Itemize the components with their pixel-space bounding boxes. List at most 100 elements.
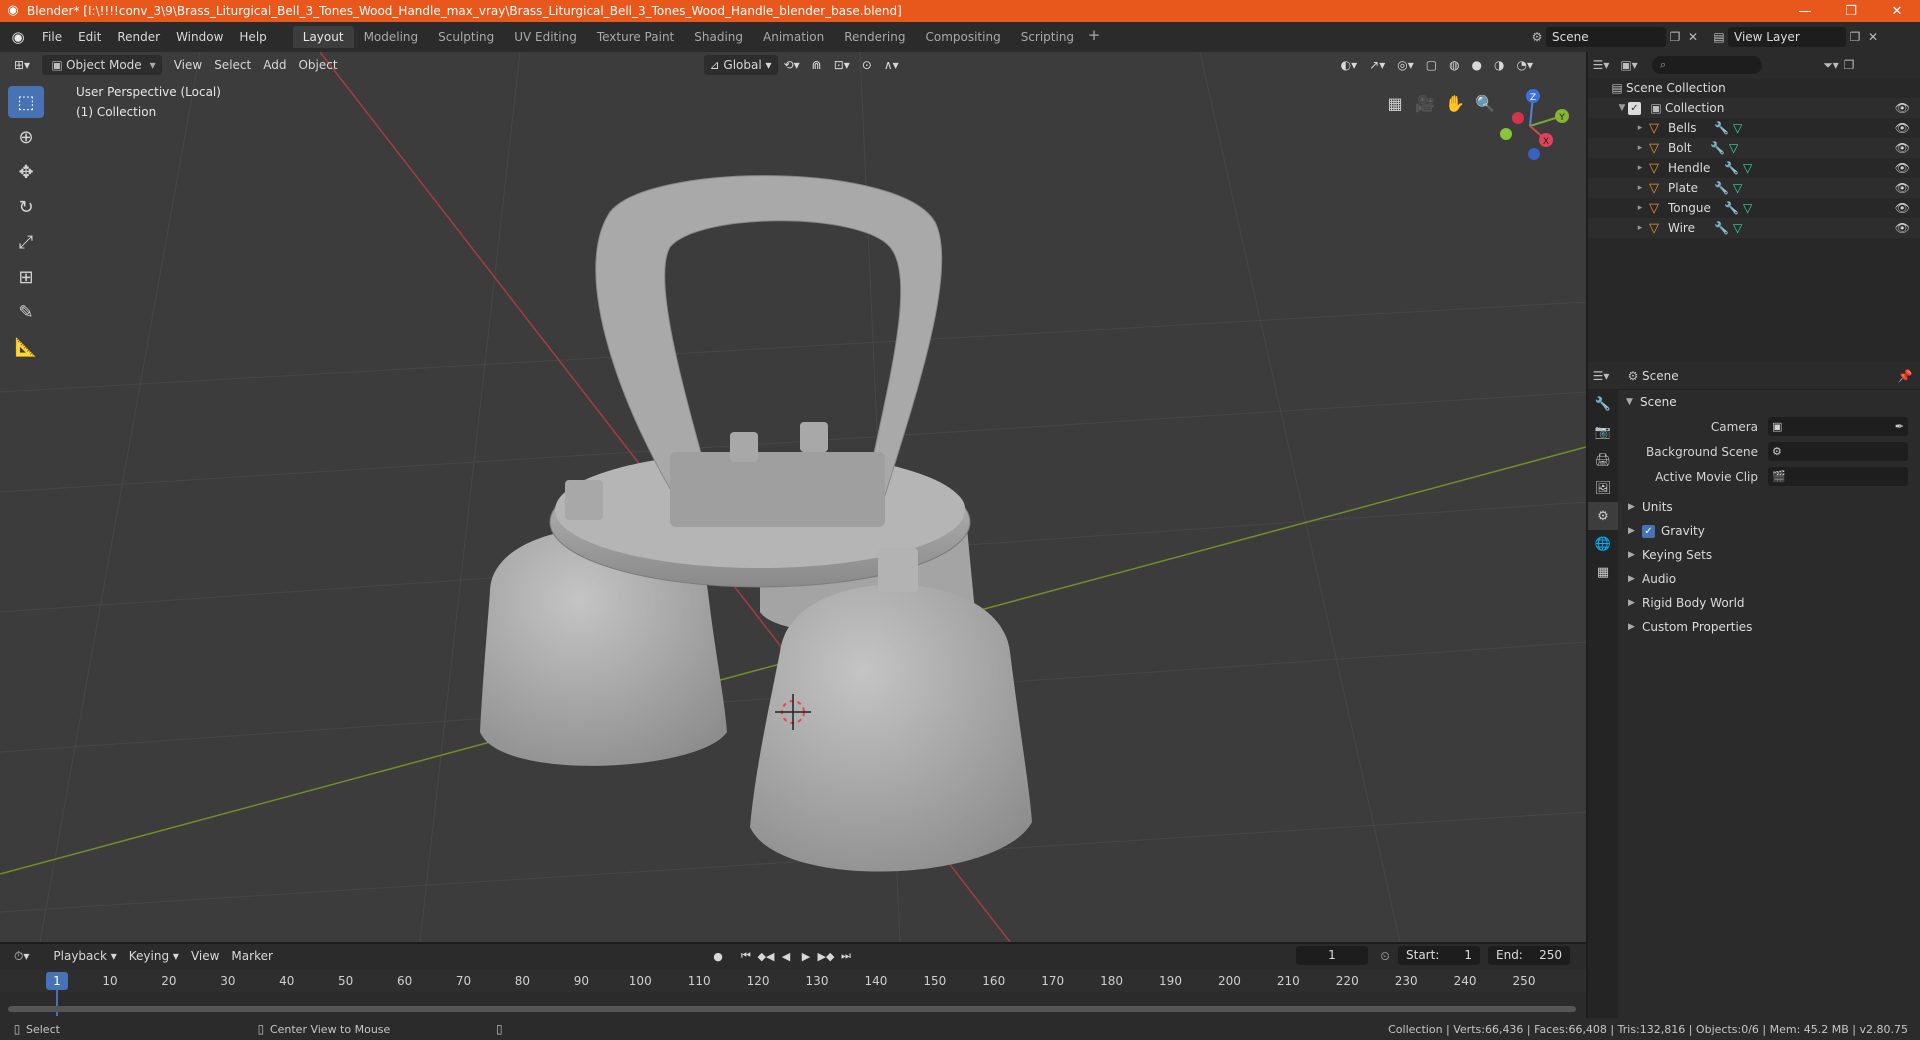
bolt-handle-1[interactable] xyxy=(730,432,758,462)
play-icon[interactable]: ▶ xyxy=(796,946,816,966)
viewport-menu-object[interactable]: Object xyxy=(292,55,343,75)
expand-arrow-icon[interactable]: ▸ xyxy=(1634,183,1646,193)
material-shading-icon[interactable]: ◑ xyxy=(1488,55,1510,75)
editor-type-icon[interactable]: ⊞▾ xyxy=(8,55,36,75)
3d-viewport[interactable]: ⊞▾ ▣ Object Mode ▾ View Select Add Objec… xyxy=(0,52,1586,942)
timeline-menu-keying[interactable]: Keying ▾ xyxy=(123,946,185,966)
outliner-search-input[interactable]: ⌕ xyxy=(1652,56,1762,74)
outliner-item-bells[interactable]: ▸ ▽ Bells 🔧 ▽ 👁 xyxy=(1588,118,1920,138)
menu-file[interactable]: File xyxy=(34,26,70,48)
new-collection-icon[interactable]: ❐ xyxy=(1840,56,1858,74)
move-tool-icon[interactable]: ✥ xyxy=(8,156,44,188)
render-tab-icon[interactable]: 📷 xyxy=(1588,418,1618,446)
background-scene-field[interactable]: ⚙ xyxy=(1768,442,1908,461)
display-mode-icon[interactable]: ▣▾ xyxy=(1620,56,1638,74)
modifier-wrench-icon[interactable]: 🔧 xyxy=(1710,141,1725,155)
scene-icon[interactable]: ⚙ xyxy=(1528,28,1546,46)
view-layer-tab-icon[interactable]: 🖼 xyxy=(1588,474,1618,502)
outliner-item-tongue[interactable]: ▸ ▽ Tongue 🔧 ▽ 👁 xyxy=(1588,198,1920,218)
outliner-editor-icon[interactable]: ☰▾ xyxy=(1592,56,1610,74)
menu-edit[interactable]: Edit xyxy=(70,26,109,48)
bolt-left[interactable] xyxy=(565,480,603,520)
play-reverse-icon[interactable]: ◀ xyxy=(776,946,796,966)
handle-base[interactable] xyxy=(670,452,885,527)
pan-hand-icon[interactable]: ✋ xyxy=(1440,88,1470,118)
outliner-item-hendle[interactable]: ▸ ▽ Hendle 🔧 ▽ 👁 xyxy=(1588,158,1920,178)
properties-editor-icon[interactable]: ☰▾ xyxy=(1592,367,1610,385)
prev-keyframe-icon[interactable]: ◆◀ xyxy=(756,946,776,966)
tab-layout[interactable]: Layout xyxy=(292,26,354,48)
tab-uv-editing[interactable]: UV Editing xyxy=(504,26,587,48)
tool-tab-icon[interactable]: 🔧 xyxy=(1588,390,1618,418)
mesh-data-icon[interactable]: ▽ xyxy=(1743,161,1752,175)
eye-icon[interactable]: 👁 xyxy=(1895,121,1910,135)
expand-arrow-icon[interactable]: ▸ xyxy=(1634,223,1646,233)
object-mode-dropdown[interactable]: ▣ Object Mode ▾ xyxy=(42,55,162,75)
custom-properties-panel[interactable]: ▶ Custom Properties xyxy=(1620,615,1920,639)
collection-checkbox[interactable]: ✓ xyxy=(1628,101,1641,115)
mesh-data-icon[interactable]: ▽ xyxy=(1729,141,1738,155)
start-frame-field[interactable]: Start: 1 xyxy=(1398,946,1480,965)
transform-tool-icon[interactable]: ⊞ xyxy=(8,261,44,293)
proportional-edit-icon[interactable]: ⊙ xyxy=(856,55,878,75)
expand-arrow-icon[interactable]: ▼ xyxy=(1616,103,1628,113)
current-frame-marker[interactable]: 1 xyxy=(46,972,68,990)
scene-panel-header[interactable]: ▼ Scene xyxy=(1620,390,1920,414)
falloff-icon[interactable]: ∧▾ xyxy=(878,55,905,75)
collection-row[interactable]: ▼ ✓ ▣ Collection 👁 xyxy=(1588,98,1920,118)
camera-field[interactable]: ▣ ✒ xyxy=(1768,417,1908,436)
preview-range-icon[interactable]: ⏲ xyxy=(1376,947,1394,965)
eye-icon[interactable]: 👁 xyxy=(1895,141,1910,155)
scene-collection-row[interactable]: ▤ Scene Collection xyxy=(1588,78,1920,98)
scene-name-field[interactable]: Scene xyxy=(1546,27,1666,47)
tab-compositing[interactable]: Compositing xyxy=(915,26,1010,48)
scale-tool-icon[interactable]: ⤢ xyxy=(8,226,44,258)
gizmo-toggle-icon[interactable]: ↗▾ xyxy=(1363,55,1391,75)
jump-start-icon[interactable]: ⏮ xyxy=(736,946,756,966)
camera-view-icon[interactable]: 🎥 xyxy=(1410,88,1440,118)
view-layer-field[interactable]: View Layer xyxy=(1728,27,1846,47)
delete-view-layer-icon[interactable]: ✕ xyxy=(1864,28,1882,46)
tab-scripting[interactable]: Scripting xyxy=(1011,26,1084,48)
xray-icon[interactable]: ▢ xyxy=(1420,55,1443,75)
annotate-tool-icon[interactable]: ✎ xyxy=(8,296,44,328)
transform-orientation-dropdown[interactable]: ⊿ Global ▾ xyxy=(703,55,778,75)
end-frame-field[interactable]: End: 250 xyxy=(1488,946,1570,965)
modifier-wrench-icon[interactable]: 🔧 xyxy=(1714,221,1729,235)
next-keyframe-icon[interactable]: ▶◆ xyxy=(816,946,836,966)
eye-icon[interactable]: 👁 xyxy=(1895,201,1910,215)
pivot-point-icon[interactable]: ⟲▾ xyxy=(778,55,806,75)
close-icon[interactable]: ✕ xyxy=(1874,0,1920,22)
bolt-front[interactable] xyxy=(878,548,918,592)
tab-sculpting[interactable]: Sculpting xyxy=(428,26,504,48)
snap-target-icon[interactable]: ⊡▾ xyxy=(828,55,856,75)
expand-arrow-icon[interactable]: ▸ xyxy=(1634,143,1646,153)
modifier-wrench-icon[interactable]: 🔧 xyxy=(1714,181,1729,195)
viewport-menu-view[interactable]: View xyxy=(168,55,208,75)
world-tab-icon[interactable]: 🌐 xyxy=(1588,530,1618,558)
keying-sets-panel[interactable]: ▶ Keying Sets xyxy=(1620,543,1920,567)
rendered-shading-icon[interactable]: ◔▾ xyxy=(1511,55,1540,75)
timeline-menu-marker[interactable]: Marker xyxy=(225,946,278,966)
visibility-icon[interactable]: ◐▾ xyxy=(1335,55,1364,75)
menu-window[interactable]: Window xyxy=(168,26,231,48)
new-scene-icon[interactable]: ❐ xyxy=(1666,28,1684,46)
mesh-data-icon[interactable]: ▽ xyxy=(1743,201,1752,215)
modifier-wrench-icon[interactable]: 🔧 xyxy=(1714,121,1729,135)
jump-end-icon[interactable]: ⏭ xyxy=(836,946,856,966)
timeline-scrollbar[interactable] xyxy=(8,1006,1576,1012)
eyedropper-icon[interactable]: ✒ xyxy=(1895,420,1904,433)
record-icon[interactable]: ● xyxy=(708,946,728,966)
timeline-ruler[interactable]: 1 10 20 30 40 50 60 70 80 90 100 110 120 130 140 150 160… xyxy=(0,970,1586,1016)
mesh-data-icon[interactable]: ▽ xyxy=(1733,181,1742,195)
outliner-item-plate[interactable]: ▸ ▽ Plate 🔧 ▽ 👁 xyxy=(1588,178,1920,198)
overlay-toggle-icon[interactable]: ◎▾ xyxy=(1391,55,1420,75)
mesh-data-icon[interactable]: ▽ xyxy=(1733,221,1742,235)
measure-tool-icon[interactable]: 📐 xyxy=(8,331,44,363)
tab-texture-paint[interactable]: Texture Paint xyxy=(587,26,684,48)
expand-arrow-icon[interactable]: ▸ xyxy=(1634,123,1646,133)
mesh-data-icon[interactable]: ▽ xyxy=(1733,121,1742,135)
outliner-item-bolt[interactable]: ▸ ▽ Bolt 🔧 ▽ 👁 xyxy=(1588,138,1920,158)
viewport-menu-select[interactable]: Select xyxy=(208,55,257,75)
pin-icon[interactable]: 📌 xyxy=(1896,367,1914,385)
